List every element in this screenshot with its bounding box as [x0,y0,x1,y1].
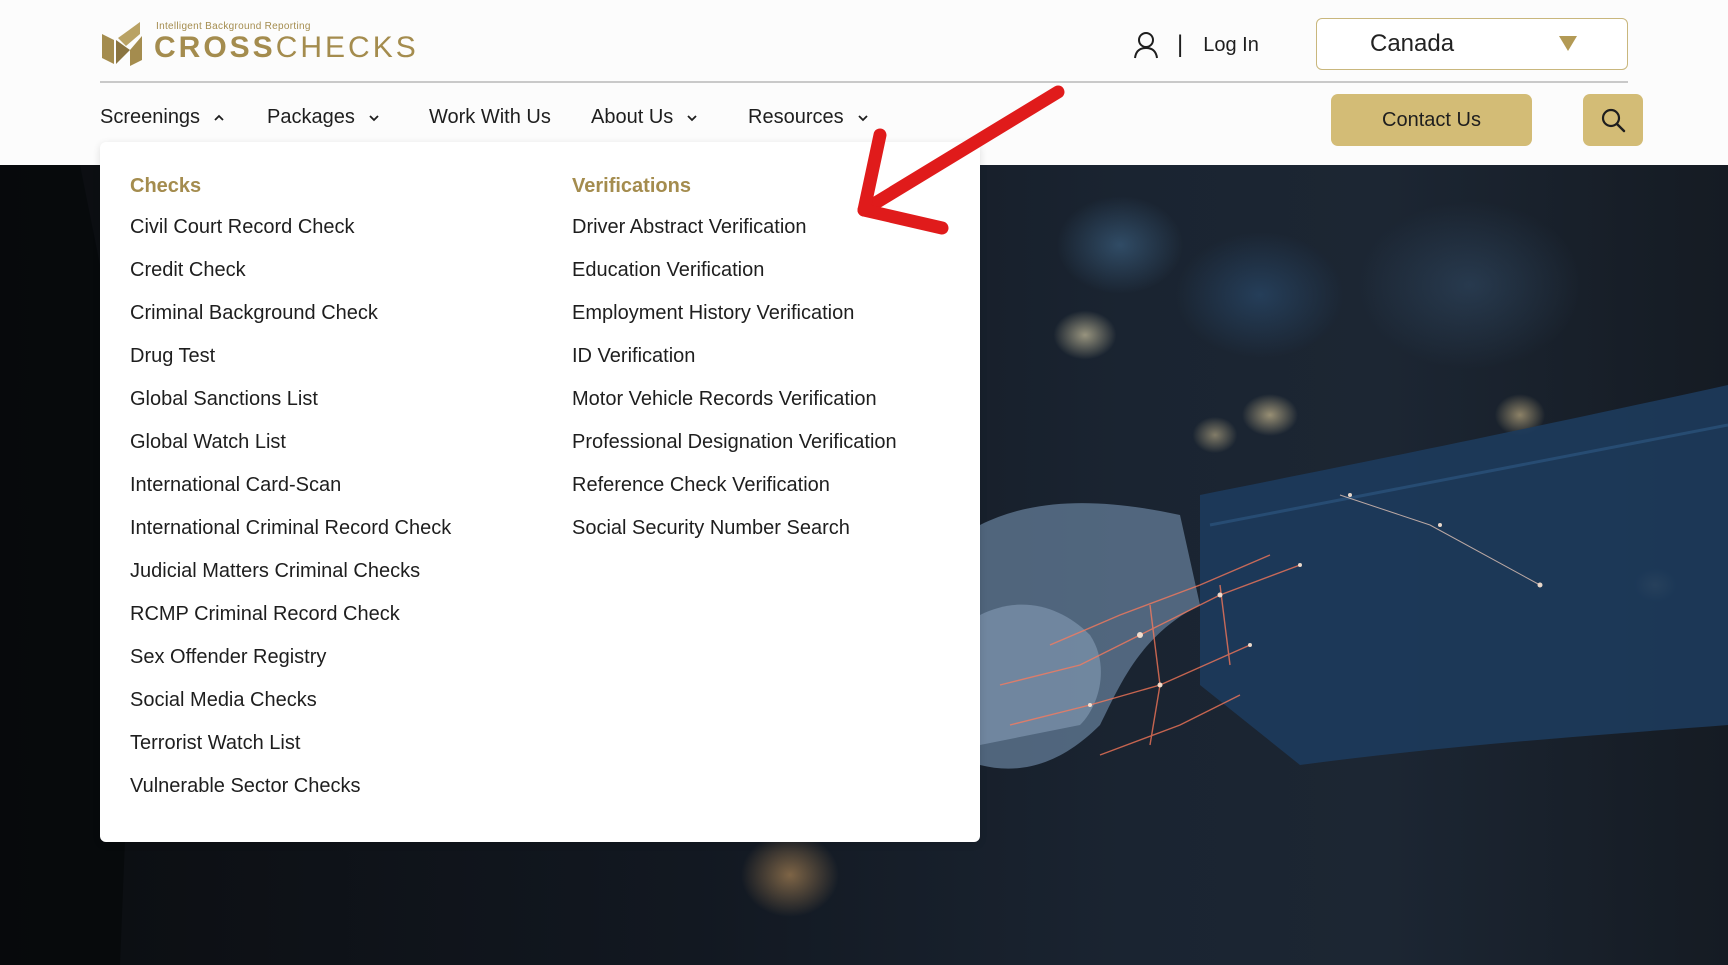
checks-heading: Checks [130,175,202,197]
chevron-down-icon [687,114,697,121]
menu-item-terrorist-watch-list[interactable]: Terrorist Watch List [130,729,451,772]
nav-resources-label: Resources [748,106,844,128]
menu-item-civil-court-record-check[interactable]: Civil Court Record Check [130,213,451,256]
checks-column: Checks Civil Court Record Check Credit C… [130,172,451,815]
crosschecks-logo[interactable]: Intelligent Background Reporting CROSSCH… [100,20,419,66]
logo-text: Intelligent Background Reporting CROSSCH… [154,21,419,63]
login-link[interactable]: Log In [1203,34,1259,57]
menu-item-rcmp-criminal-record-check[interactable]: RCMP Criminal Record Check [130,600,451,643]
menu-item-id-verification[interactable]: ID Verification [572,342,897,385]
logo-mark-icon [102,22,142,66]
user-icon[interactable] [1133,31,1159,59]
nav-work-with-us-label: Work With Us [429,106,551,128]
search-icon [1601,108,1626,133]
login-separator: | [1177,31,1184,58]
menu-item-professional-designation-verification[interactable]: Professional Designation Verification [572,428,897,471]
menu-item-reference-check-verification[interactable]: Reference Check Verification [572,471,897,514]
menu-item-motor-vehicle-records-verification[interactable]: Motor Vehicle Records Verification [572,385,897,428]
search-button[interactable] [1583,94,1643,146]
menu-item-education-verification[interactable]: Education Verification [572,256,897,299]
menu-item-drug-test[interactable]: Drug Test [130,342,451,385]
menu-item-vulnerable-sector-checks[interactable]: Vulnerable Sector Checks [130,772,451,815]
contact-us-button[interactable]: Contact Us [1331,94,1532,146]
menu-item-sex-offender-registry[interactable]: Sex Offender Registry [130,643,451,686]
logo-word-cross: CROSS [154,31,276,64]
menu-item-judicial-matters-criminal-checks[interactable]: Judicial Matters Criminal Checks [130,557,451,600]
chevron-down-icon [369,114,379,121]
nav-screenings-label: Screenings [100,106,201,128]
nav-about-us-label: About Us [591,106,674,128]
menu-item-international-card-scan[interactable]: International Card-Scan [130,471,451,514]
menu-item-global-sanctions-list[interactable]: Global Sanctions List [130,385,451,428]
menu-item-employment-history-verification[interactable]: Employment History Verification [572,299,897,342]
menu-item-international-criminal-record-check[interactable]: International Criminal Record Check [130,514,451,557]
menu-item-credit-check[interactable]: Credit Check [130,256,451,299]
menu-item-social-security-number-search[interactable]: Social Security Number Search [572,514,897,557]
red-arrow-icon [857,85,1065,235]
menu-item-global-watch-list[interactable]: Global Watch List [130,428,451,471]
nav-packages-label: Packages [267,106,355,128]
nav-work-with-us[interactable]: Work With Us [429,106,551,129]
menu-item-criminal-background-check[interactable]: Criminal Background Check [130,299,451,342]
menu-item-social-media-checks[interactable]: Social Media Checks [130,686,451,729]
login-area: | Log In [1133,30,1259,60]
caret-down-icon [1559,36,1577,51]
logo-wordmark: CROSSCHECKS [154,33,419,63]
logo-word-checks: CHECKS [275,31,419,64]
nav-packages[interactable]: Packages [267,106,381,129]
nav-about-us[interactable]: About Us [591,106,699,129]
chevron-up-icon [214,114,224,121]
country-selected-value: Canada [1370,30,1455,57]
country-select[interactable]: Canada [1316,18,1628,70]
nav-screenings[interactable]: Screenings [100,106,226,129]
